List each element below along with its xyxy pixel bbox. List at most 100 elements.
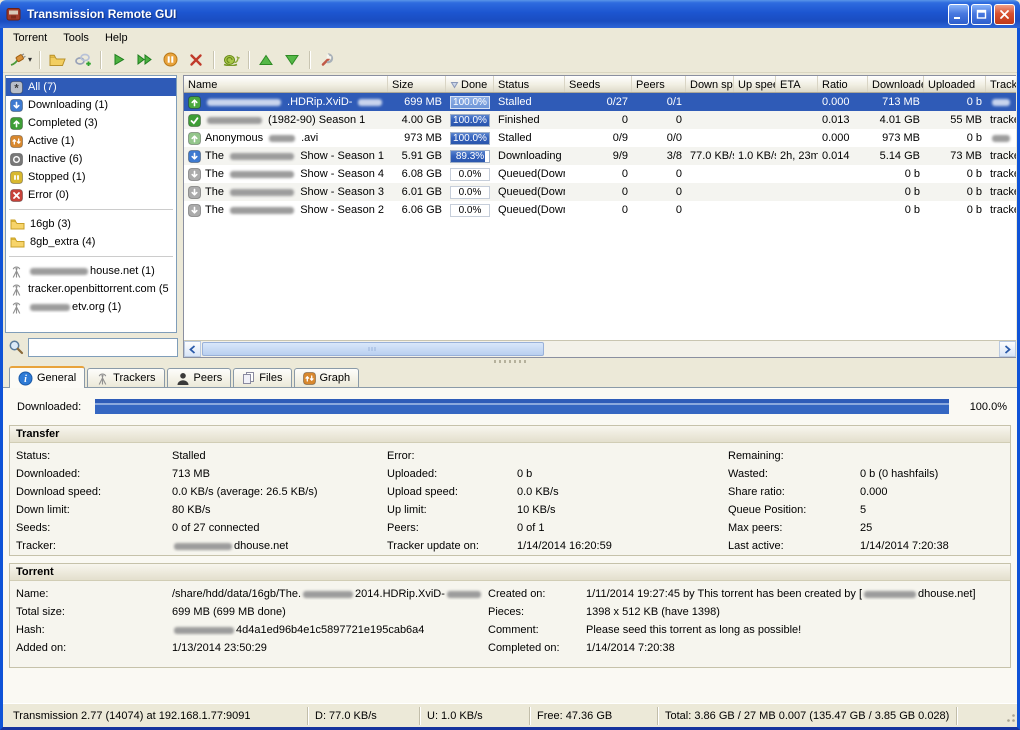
column-header-down-speed[interactable]: Down speed xyxy=(686,76,734,92)
alt-speed-snail-button[interactable] xyxy=(219,49,243,71)
text-segment: 25 xyxy=(860,522,872,534)
field-value: 0.0 KB/s (average: 26.5 KB/s) xyxy=(172,486,318,498)
move-up-button[interactable] xyxy=(254,49,278,71)
maximize-button[interactable] xyxy=(971,4,992,25)
tab-general[interactable]: iGeneral xyxy=(9,366,85,388)
text-segment: tracker xyxy=(990,186,1016,198)
text-segment: 0.000 xyxy=(860,486,888,498)
text-segment: Show - Season 1 xyxy=(300,150,384,162)
column-header-up-speed[interactable]: Up speed xyxy=(734,76,776,92)
tab-files-icon xyxy=(242,371,255,385)
table-row[interactable]: (1982-90) Season 14.00 GB100.0%Finished0… xyxy=(184,111,1016,129)
field-label: Wasted: xyxy=(728,468,860,480)
cell-peers: 3/8 xyxy=(632,147,686,165)
column-header-seeds[interactable]: Seeds xyxy=(565,76,632,92)
sidebar-tracker-0[interactable]: house.net (1) xyxy=(6,262,176,280)
scroll-right-icon[interactable] xyxy=(999,341,1016,357)
field-remaining: Remaining: xyxy=(728,447,1014,465)
sidebar-folder-16gb-3[interactable]: 16gb (3) xyxy=(6,215,176,233)
svg-text:*: * xyxy=(14,82,19,94)
sidebar-item-completed-3[interactable]: Completed (3) xyxy=(6,114,176,132)
column-header-uploaded[interactable]: Uploaded xyxy=(924,76,986,92)
sidebar-item-inactive-6[interactable]: Inactive (6) xyxy=(6,150,176,168)
text-segment: Show - Season 2 xyxy=(300,204,384,216)
sidebar-folder-8gb-extra-4[interactable]: 8gb_extra (4) xyxy=(6,233,176,251)
pause-button[interactable] xyxy=(158,49,182,71)
options-wrench-button[interactable] xyxy=(315,49,339,71)
scrollbar-thumb[interactable] xyxy=(202,342,544,356)
column-header-done[interactable]: Done xyxy=(446,76,494,92)
cell-eta xyxy=(776,183,818,201)
redacted-text xyxy=(303,591,353,598)
sidebar-item-active-1[interactable]: Active (1) xyxy=(6,132,176,150)
text-segment: 1/14/2014 7:20:38 xyxy=(860,540,949,552)
menu-torrent[interactable]: Torrent xyxy=(5,30,55,46)
cell-status: Queued(Down) xyxy=(494,165,565,183)
table-row[interactable]: The Show - Season 26.06 GB0.0%Queued(Dow… xyxy=(184,201,1016,219)
cell-name: The Show - Season 4 xyxy=(184,165,388,183)
add-torrent-button[interactable] xyxy=(45,49,69,71)
redacted-text xyxy=(864,591,916,598)
force-start-button[interactable] xyxy=(132,49,156,71)
downloaded-label: Downloaded: xyxy=(17,401,87,413)
horizontal-scrollbar[interactable] xyxy=(184,340,1016,357)
cell-downloaded: 0 b xyxy=(868,165,924,183)
tab-info-icon: i xyxy=(18,371,33,386)
column-header-status[interactable]: Status xyxy=(494,76,565,92)
column-header-tracker[interactable]: Tracker xyxy=(986,76,1016,92)
text-segment: house.net (1) xyxy=(90,265,155,277)
sidebar-tracker-1[interactable]: tracker.openbittorrent.com (5 xyxy=(6,280,176,298)
table-row[interactable]: The Show - Season 36.01 GB0.0%Queued(Dow… xyxy=(184,183,1016,201)
menu-help[interactable]: Help xyxy=(97,30,136,46)
field-label: Down limit: xyxy=(16,504,172,516)
table-row[interactable]: The Show - Season 46.08 GB0.0%Queued(Dow… xyxy=(184,165,1016,183)
titlebar: Transmission Remote GUI xyxy=(0,0,1020,28)
sidebar-tracker-2[interactable]: etv.org (1) xyxy=(6,298,176,316)
close-button[interactable] xyxy=(994,4,1015,25)
column-header-ratio[interactable]: Ratio xyxy=(818,76,868,92)
column-header-label: Downloaded xyxy=(872,79,924,91)
splitter-grip xyxy=(494,360,526,363)
menu-tools[interactable]: Tools xyxy=(55,30,97,46)
sidebar-item-downloading-1[interactable]: Downloading (1) xyxy=(6,96,176,114)
table-row[interactable]: Anonymous.avi973 MB100.0%Stalled0/90/00.… xyxy=(184,129,1016,147)
tab-files[interactable]: Files xyxy=(233,368,291,387)
text-segment: tracker.openbittorrent.com (5 xyxy=(28,283,169,295)
remove-button[interactable] xyxy=(184,49,208,71)
search-input[interactable] xyxy=(28,338,178,357)
statusbar-text: U: 1.0 KB/s xyxy=(427,710,483,722)
column-header-eta[interactable]: ETA xyxy=(776,76,818,92)
add-link-button[interactable] xyxy=(71,49,95,71)
column-header-size[interactable]: Size xyxy=(388,76,446,92)
tracker-icon xyxy=(10,301,23,314)
column-header-peers[interactable]: Peers xyxy=(632,76,686,92)
filter-downloading-icon xyxy=(10,99,23,112)
tab-graph[interactable]: Graph xyxy=(294,368,360,387)
table-row[interactable]: .HDRip.XviD-699 MB100.0%Stalled0/270/10.… xyxy=(184,93,1016,111)
sidebar-item-stopped-1[interactable]: Stopped (1) xyxy=(6,168,176,186)
statusbar-text: Total: 3.86 GB / 27 MB 0.007 (135.47 GB … xyxy=(665,710,949,722)
cell-eta xyxy=(776,129,818,147)
minimize-button[interactable] xyxy=(948,4,969,25)
sidebar-item-all-7[interactable]: *All (7) xyxy=(6,78,176,96)
sidebar-item-error-0[interactable]: Error (0) xyxy=(6,186,176,204)
table-body: .HDRip.XviD-699 MB100.0%Stalled0/270/10.… xyxy=(184,93,1016,340)
move-down-button[interactable] xyxy=(280,49,304,71)
client-area: TorrentToolsHelp ▾ *All (7)Downloading (… xyxy=(0,28,1020,730)
details-splitter[interactable] xyxy=(3,358,1017,365)
column-header-name[interactable]: Name xyxy=(184,76,388,92)
tab-trackers[interactable]: Trackers xyxy=(87,368,164,387)
tab-peers[interactable]: Peers xyxy=(167,368,232,387)
connect-button[interactable]: ▾ xyxy=(7,49,34,71)
done-progress: 100.0% xyxy=(450,132,490,145)
dropdown-caret-icon[interactable]: ▾ xyxy=(28,55,32,64)
scroll-left-icon[interactable] xyxy=(184,341,201,357)
transfer-fields: Status:StalledDownloaded:713 MBDownload … xyxy=(10,443,1010,555)
scrollbar-track[interactable] xyxy=(201,341,999,357)
resize-grip[interactable] xyxy=(1003,710,1016,726)
table-row[interactable]: The Show - Season 15.91 GB89.3%Downloadi… xyxy=(184,147,1016,165)
column-header-downloaded[interactable]: Downloaded xyxy=(868,76,924,92)
field-hash: Hash:4d4a1ed96b4e1c5897721e195cab6a4 xyxy=(16,621,486,639)
start-button[interactable] xyxy=(106,49,130,71)
status-seeding-icon xyxy=(188,96,201,109)
